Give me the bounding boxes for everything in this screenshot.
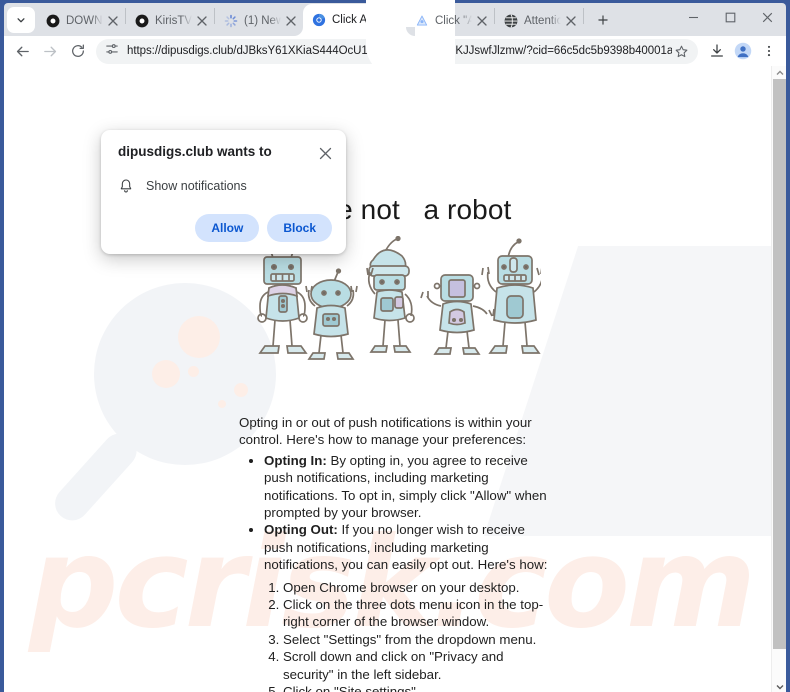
notification-permission-dialog: dipusdigs.club wants to Show notificatio…	[101, 130, 346, 254]
tab-title: Click Allow	[332, 14, 384, 26]
globe-icon	[504, 14, 518, 28]
reload-icon	[72, 44, 84, 57]
download-icon	[711, 44, 723, 57]
tab-strip: DOWNLOA KirisTV Do	[4, 3, 786, 36]
odysee-icon	[135, 14, 149, 28]
tab-close-button[interactable]	[194, 13, 210, 29]
new-tab-button[interactable]	[590, 7, 616, 33]
list-item: Opting Out: If you no longer wish to rec…	[264, 521, 549, 573]
body-copy: Opting in or out of push notifications i…	[239, 414, 549, 692]
close-icon	[319, 147, 331, 159]
chevron-down-icon	[776, 684, 783, 689]
steps-list: Open Chrome browser on your desktop. Cli…	[239, 579, 549, 692]
address-bar[interactable]: https://dipusdigs.club/dJBksY61XKiaS444O…	[96, 38, 698, 64]
tab-list: DOWNLOA KirisTV Do	[37, 3, 675, 36]
scroll-down-button[interactable]	[772, 680, 786, 692]
arrow-right-icon	[43, 46, 56, 56]
minimize-icon	[689, 16, 698, 18]
tab-title: Attention	[524, 15, 561, 27]
dialog-close-button[interactable]	[316, 144, 334, 162]
tab-close-button[interactable]	[105, 13, 121, 29]
back-button[interactable]	[8, 37, 36, 65]
scrollbar-thumb[interactable]	[773, 79, 786, 649]
list-item: Open Chrome browser on your desktop.	[283, 579, 549, 596]
tab-close-button[interactable]	[386, 12, 402, 28]
maximize-button[interactable]	[712, 3, 749, 31]
permission-row: Show notifications	[101, 162, 346, 194]
robots-image	[257, 235, 544, 360]
tab-separator	[583, 7, 584, 24]
loading-spinner-icon	[224, 14, 238, 28]
dialog-header: dipusdigs.club wants to	[101, 144, 346, 162]
list-item: Opting In: By opting in, you agree to re…	[264, 452, 549, 522]
page-viewport: pcrisk.com if you are not a robot Opting…	[4, 66, 786, 692]
tab-new-message[interactable]: (1) New M	[215, 6, 303, 36]
scroll-up-button[interactable]	[772, 66, 786, 79]
star-icon[interactable]	[672, 42, 690, 60]
forward-button[interactable]	[36, 37, 64, 65]
browser-window: DOWNLOA KirisTV Do	[0, 0, 790, 692]
profile-button[interactable]	[730, 38, 756, 64]
odysee-icon	[46, 14, 60, 28]
intro-paragraph: Opting in or out of push notifications i…	[239, 415, 532, 448]
close-icon	[762, 12, 773, 22]
tab-title: (1) New M	[244, 15, 281, 27]
bullet-lead: Opting Out:	[264, 522, 338, 538]
list-item: Select "Settings" from the dropdown menu…	[283, 631, 549, 648]
chevron-up-icon	[776, 70, 783, 75]
tab-close-button[interactable]	[563, 13, 579, 29]
arrow-left-icon	[16, 46, 29, 56]
url-text[interactable]: https://dipusdigs.club/dJBksY61XKiaS444O…	[127, 45, 672, 57]
tab-title: Click "Allo	[435, 15, 472, 27]
robots-illustration	[251, 235, 544, 366]
window-controls	[675, 3, 786, 36]
tab-title: DOWNLOA	[66, 15, 103, 27]
list-item: Click on "Site settings".	[283, 683, 549, 692]
permission-label: Show notifications	[146, 179, 247, 193]
options-list: Opting In: By opting in, you agree to re…	[239, 452, 549, 574]
tab-downloads[interactable]: DOWNLOA	[37, 6, 125, 36]
downloads-button[interactable]	[704, 38, 730, 64]
avatar-icon	[734, 42, 752, 60]
tab-click-allow-active[interactable]: Click Allow	[303, 4, 406, 36]
page-scrollbar[interactable]	[771, 66, 786, 692]
browser-menu-button[interactable]	[756, 38, 782, 64]
minimize-button[interactable]	[675, 3, 712, 31]
tab-attention[interactable]: Attention	[495, 6, 583, 36]
blue-page-icon	[415, 14, 429, 28]
tab-close-button[interactable]	[474, 13, 490, 29]
tab-title: KirisTV Do	[155, 15, 192, 27]
plus-icon	[598, 15, 608, 25]
tab-close-button[interactable]	[283, 13, 299, 29]
scrollbar-track[interactable]	[772, 79, 786, 680]
chrome-page-icon	[312, 13, 326, 27]
close-window-button[interactable]	[749, 3, 786, 31]
list-item: Scroll down and click on "Privacy and se…	[283, 648, 549, 683]
reload-button[interactable]	[64, 37, 92, 65]
maximize-icon	[725, 12, 736, 22]
tune-icon[interactable]	[105, 42, 119, 61]
dialog-actions: Allow Block	[101, 194, 346, 242]
tab-kiristv[interactable]: KirisTV Do	[126, 6, 214, 36]
dialog-title: dipusdigs.club wants to	[118, 144, 272, 159]
list-item: Click on the three dots menu icon in the…	[283, 596, 549, 631]
tab-click-allow-2[interactable]: Click "Allo	[406, 6, 494, 36]
tab-search-button[interactable]	[7, 7, 35, 33]
chevron-down-icon	[14, 13, 28, 27]
three-dots-icon	[767, 45, 771, 57]
block-button[interactable]: Block	[267, 214, 332, 242]
bullet-lead: Opting In:	[264, 452, 327, 468]
browser-toolbar: https://dipusdigs.club/dJBksY61XKiaS444O…	[4, 36, 786, 66]
allow-button[interactable]: Allow	[195, 214, 260, 242]
bell-icon	[118, 178, 140, 194]
